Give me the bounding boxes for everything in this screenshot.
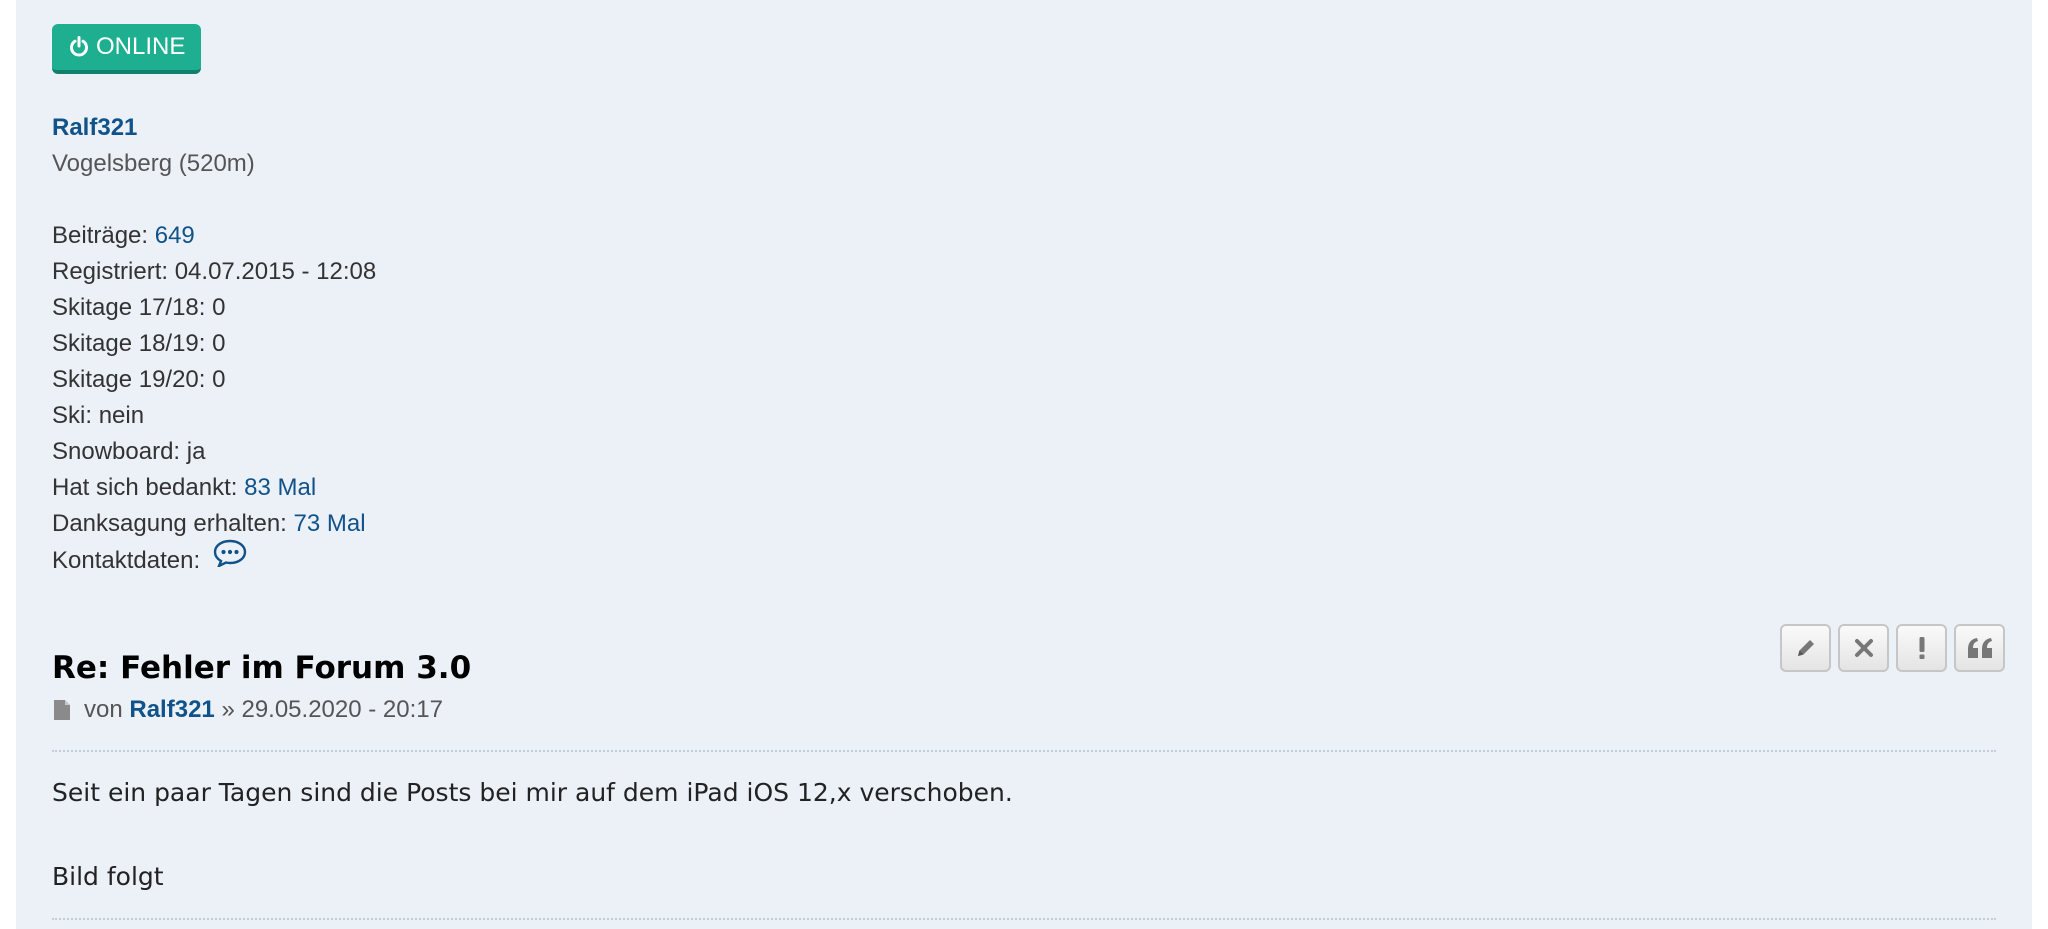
chat-bubble-icon[interactable] xyxy=(213,539,247,578)
quote-icon xyxy=(1967,638,1992,658)
post-datetime: 29.05.2020 - 20:17 xyxy=(241,696,443,723)
edit-button[interactable] xyxy=(1780,624,1831,672)
post-body-line: Seit ein paar Tagen sind die Posts bei m… xyxy=(52,778,1013,807)
posts-count-link[interactable]: 649 xyxy=(155,222,195,249)
post-body: Seit ein paar Tagen sind die Posts bei m… xyxy=(52,772,1013,898)
pencil-icon xyxy=(1797,640,1814,656)
quote-button[interactable] xyxy=(1954,624,2005,672)
online-status-label: ONLINE xyxy=(96,33,186,60)
post-panel: ONLINE Ralf321 Vogelsberg (520m) Beiträg… xyxy=(16,0,2032,929)
profile-thanks-received: Danksagung erhalten: 73 Mal xyxy=(52,510,366,537)
post-divider-bottom xyxy=(52,918,1996,920)
report-button[interactable] xyxy=(1896,624,1947,672)
post-body-line: Bild folgt xyxy=(52,862,164,891)
profile-ski: Ski: nein xyxy=(52,402,145,429)
user-profile: Ralf321 Vogelsberg (520m) Beiträge: 649 … xyxy=(52,110,376,581)
post-action-buttons xyxy=(1780,624,2005,672)
profile-thanked: Hat sich bedankt: 83 Mal xyxy=(52,474,317,501)
profile-registered: Registriert: 04.07.2015 - 12:08 xyxy=(52,258,377,285)
post-file-icon xyxy=(54,700,70,720)
thanked-link[interactable]: 83 Mal xyxy=(244,474,316,501)
profile-snowboard: Snowboard: ja xyxy=(52,438,206,465)
profile-skitage-1718: Skitage 17/18: 0 xyxy=(52,294,226,321)
profile-contact: Kontaktdaten: xyxy=(52,539,376,581)
post-author-link[interactable]: Ralf321 xyxy=(129,696,214,724)
post-meta: von Ralf321 » 29.05.2020 - 20:17 xyxy=(52,696,443,724)
online-status-badge: ONLINE xyxy=(52,24,201,74)
profile-skitage-1920: Skitage 19/20: 0 xyxy=(52,366,226,393)
profile-username[interactable]: Ralf321 xyxy=(52,114,137,141)
close-icon xyxy=(1854,639,1873,657)
exclamation-icon xyxy=(1919,637,1924,659)
thanks-received-link[interactable]: 73 Mal xyxy=(294,510,366,537)
power-icon xyxy=(70,36,88,57)
post-divider-top xyxy=(52,750,1996,752)
profile-location: Vogelsberg (520m) xyxy=(52,150,255,177)
delete-button[interactable] xyxy=(1838,624,1889,672)
profile-posts: Beiträge: 649 xyxy=(52,222,195,249)
post-title[interactable]: Re: Fehler im Forum 3.0 xyxy=(52,650,471,686)
profile-skitage-1819: Skitage 18/19: 0 xyxy=(52,330,226,357)
